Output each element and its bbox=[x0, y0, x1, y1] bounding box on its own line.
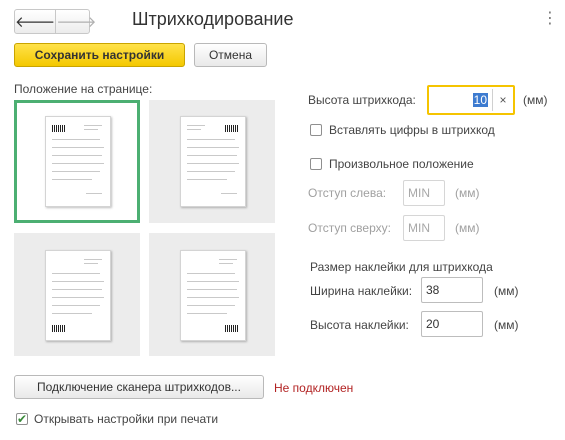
forward-arrow-icon[interactable]: 🡒 bbox=[56, 10, 96, 33]
save-settings-button[interactable]: Сохранить настройки bbox=[14, 43, 185, 67]
open-settings-checkbox[interactable]: ✔ bbox=[16, 413, 28, 425]
sticker-size-section-label: Размер наклейки для штрихкода bbox=[310, 260, 493, 274]
open-settings-checkbox-row[interactable]: ✔ Открывать настройки при печати bbox=[16, 412, 218, 426]
barcode-height-label: Высота штрихкода: bbox=[308, 93, 416, 107]
sticker-width-field[interactable]: 38 bbox=[421, 277, 483, 303]
more-options-icon[interactable]: ⋮ bbox=[542, 8, 558, 28]
open-settings-label: Открывать настройки при печати bbox=[34, 412, 219, 426]
offset-top-unit: (мм) bbox=[455, 221, 480, 235]
barcode-icon bbox=[225, 125, 238, 132]
offset-left-label: Отступ слева: bbox=[308, 186, 387, 200]
page-title: Штрихкодирование bbox=[132, 9, 294, 29]
navigation-buttons: 🡐 🡒 bbox=[14, 9, 96, 34]
clear-icon[interactable]: × bbox=[493, 93, 513, 107]
connect-scanner-button[interactable]: Подключение сканера штрихкодов... bbox=[14, 375, 264, 399]
sticker-width-value: 38 bbox=[426, 283, 440, 297]
back-arrow-icon[interactable]: 🡐 bbox=[15, 10, 57, 33]
page-preview-icon bbox=[180, 250, 246, 341]
position-label: Положение на странице: bbox=[14, 82, 153, 96]
barcode-height-field[interactable]: 10 × bbox=[427, 85, 515, 115]
sticker-height-value: 20 bbox=[426, 317, 440, 331]
barcode-icon bbox=[225, 325, 238, 332]
page-preview-icon bbox=[45, 250, 111, 341]
position-tile-bottom-right[interactable] bbox=[149, 233, 275, 356]
insert-digits-checkbox-row[interactable]: Вставлять цифры в штрихкод bbox=[310, 123, 495, 137]
insert-digits-label: Вставлять цифры в штрихкод bbox=[329, 123, 495, 137]
offset-left-value: MIN bbox=[408, 186, 430, 200]
cancel-button[interactable]: Отмена bbox=[194, 43, 267, 67]
offset-left-field[interactable]: MIN bbox=[403, 180, 445, 206]
barcode-icon bbox=[52, 325, 65, 332]
page-preview-icon bbox=[180, 116, 246, 207]
arbitrary-position-checkbox-row[interactable]: Произвольное положение bbox=[310, 157, 474, 171]
position-tile-bottom-left[interactable] bbox=[14, 233, 140, 356]
insert-digits-checkbox[interactable] bbox=[310, 124, 322, 136]
arbitrary-position-label: Произвольное положение bbox=[329, 157, 474, 171]
offset-top-field[interactable]: MIN bbox=[403, 215, 445, 241]
sticker-width-unit: (мм) bbox=[494, 284, 519, 298]
barcode-height-unit: (мм) bbox=[523, 93, 548, 107]
checkmark-icon: ✔ bbox=[17, 412, 28, 426]
sticker-height-field[interactable]: 20 bbox=[421, 311, 483, 337]
barcode-height-value[interactable]: 10 bbox=[472, 93, 488, 107]
scanner-status: Не подключен bbox=[274, 381, 354, 395]
position-tile-top-left[interactable] bbox=[14, 100, 140, 223]
position-tile-top-right[interactable] bbox=[149, 100, 275, 223]
sticker-height-unit: (мм) bbox=[494, 318, 519, 332]
sticker-height-label: Высота наклейки: bbox=[310, 318, 409, 332]
page-preview-icon bbox=[45, 116, 111, 207]
offset-top-value: MIN bbox=[408, 221, 430, 235]
arbitrary-position-checkbox[interactable] bbox=[310, 158, 322, 170]
offset-left-unit: (мм) bbox=[455, 186, 480, 200]
offset-top-label: Отступ сверху: bbox=[308, 221, 391, 235]
sticker-width-label: Ширина наклейки: bbox=[310, 284, 413, 298]
barcode-icon bbox=[52, 125, 65, 132]
